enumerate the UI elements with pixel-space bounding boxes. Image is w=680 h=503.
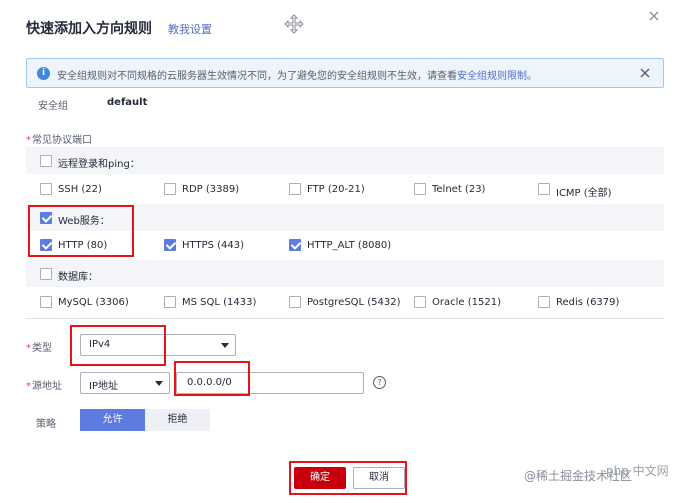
checkbox-postgresql[interactable]: [289, 296, 301, 308]
info-message: 安全组规则对不同规格的云服务器生效情况不同，为了避免您的安全组规则不生效，请查看: [57, 71, 457, 82]
dialog-close-icon[interactable]: [648, 10, 660, 22]
group-label-remote: 远程登录和ping：: [58, 159, 140, 170]
security-group-label: 安全组: [38, 101, 68, 112]
required-mark: *: [26, 381, 31, 392]
source-label-text: 源地址: [32, 381, 62, 392]
option-https: HTTPS (443): [182, 240, 245, 251]
type-label-text: 类型: [32, 343, 52, 354]
ports-label-text: 常见协议端口: [32, 135, 92, 146]
group-row-remote: 远程登录和ping：: [26, 147, 664, 174]
info-link[interactable]: 安全组规则限制: [457, 71, 527, 82]
option-http-alt: HTTP_ALT (8080): [307, 240, 392, 251]
option-redis: Redis (6379): [556, 297, 620, 308]
option-icmp: ICMP (全部): [556, 188, 612, 199]
checkbox-icmp[interactable]: [538, 183, 550, 195]
policy-label: 策略: [36, 419, 56, 430]
checkbox-ftp[interactable]: [289, 183, 301, 195]
checkbox-https[interactable]: [164, 239, 176, 251]
help-icon[interactable]: ?: [373, 376, 386, 389]
option-mysql: MySQL (3306): [58, 297, 129, 308]
highlight-box-footer: [289, 461, 407, 495]
info-icon: i: [37, 67, 50, 80]
security-group-value: default: [107, 97, 148, 108]
group-checkbox-remote[interactable]: [40, 155, 52, 167]
required-mark: *: [26, 135, 31, 146]
checkbox-http-alt[interactable]: [289, 239, 301, 251]
policy-allow-button[interactable]: 允许: [80, 409, 145, 431]
chevron-down-icon: [221, 343, 229, 348]
move-icon[interactable]: [284, 14, 304, 34]
watermark-logo: php 中文网: [606, 464, 669, 478]
group-checkbox-database[interactable]: [40, 268, 52, 280]
group-label-database: 数据库：: [58, 272, 98, 283]
checkbox-redis[interactable]: [538, 296, 550, 308]
checkbox-mysql[interactable]: [40, 296, 52, 308]
option-mssql: MS SQL (1433): [182, 297, 257, 308]
checkbox-ssh[interactable]: [40, 183, 52, 195]
highlight-box-source: [174, 361, 250, 396]
highlight-box-web: [28, 205, 134, 257]
checkbox-rdp[interactable]: [164, 183, 176, 195]
close-icon[interactable]: [639, 67, 651, 79]
source-type-value: IP地址: [89, 381, 118, 392]
group-row-database: 数据库：: [26, 260, 664, 287]
dialog-title: 快速添加入方向规则: [26, 21, 152, 37]
checkbox-telnet[interactable]: [414, 183, 426, 195]
option-ssh: SSH (22): [58, 184, 102, 195]
section-divider: [26, 318, 664, 319]
info-text: 安全组规则对不同规格的云服务器生效情况不同，为了避免您的安全组规则不生效，请查看…: [57, 67, 537, 82]
source-type-select[interactable]: IP地址: [80, 372, 170, 394]
option-rdp: RDP (3389): [182, 184, 240, 195]
info-suffix: 。: [527, 71, 537, 82]
option-telnet: Telnet (23): [432, 184, 486, 195]
option-ftp: FTP (20-21): [307, 184, 365, 195]
policy-deny-button[interactable]: 拒绝: [145, 409, 210, 431]
checkbox-mssql[interactable]: [164, 296, 176, 308]
source-label: *源地址: [26, 377, 62, 392]
chevron-down-icon: [155, 381, 163, 386]
highlight-box-type: [70, 325, 166, 366]
info-banner: i 安全组规则对不同规格的云服务器生效情况不同，为了避免您的安全组规则不生效，请…: [26, 58, 664, 88]
option-postgresql: PostgreSQL (5432): [307, 297, 401, 308]
checkbox-oracle[interactable]: [414, 296, 426, 308]
ports-label: *常见协议端口: [26, 131, 92, 146]
required-mark: *: [26, 343, 31, 354]
help-link[interactable]: 教我设置: [168, 21, 212, 37]
type-label: *类型: [26, 339, 52, 354]
option-oracle: Oracle (1521): [432, 297, 501, 308]
